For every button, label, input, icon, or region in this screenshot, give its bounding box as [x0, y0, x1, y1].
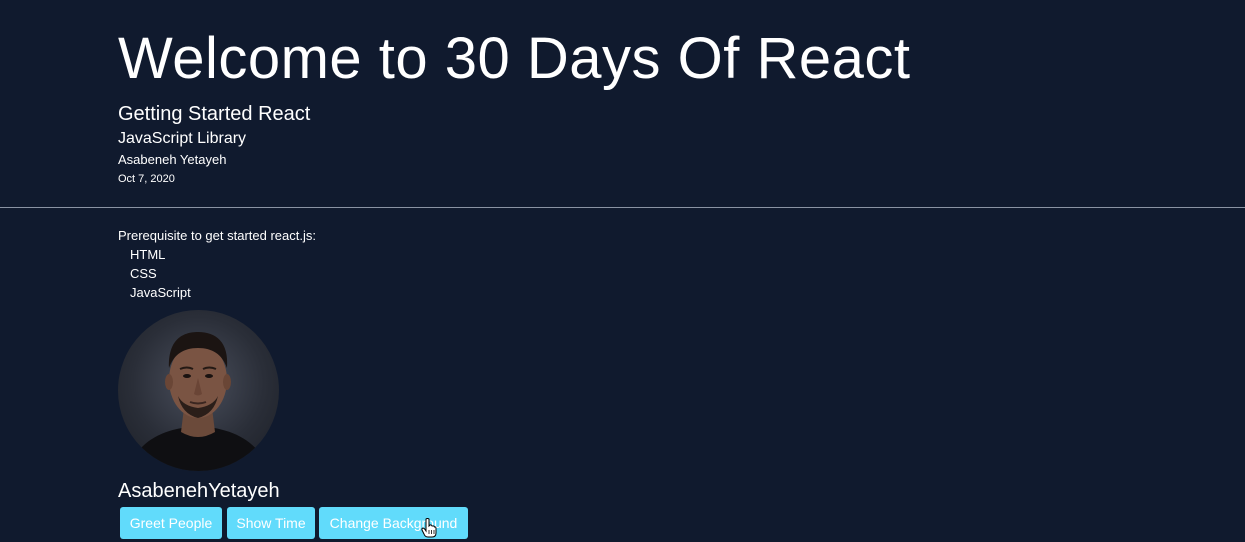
greet-people-button[interactable]: Greet People	[120, 507, 222, 539]
tech-item-css: CSS	[130, 266, 157, 281]
tech-item-html: HTML	[130, 247, 166, 262]
publish-date: Oct 7, 2020	[118, 173, 175, 185]
library-label: JavaScript Library	[118, 130, 247, 147]
tech-list: HTML CSS JavaScript	[130, 246, 191, 303]
profile-name: AsabenehYetayeh	[118, 480, 280, 502]
avatar-portrait	[128, 332, 269, 471]
author-name: Asabeneh Yetayeh	[118, 152, 227, 167]
avatar	[118, 310, 279, 471]
page-header: Welcome to 30 Days Of React Getting Star…	[0, 0, 1245, 208]
change-background-button[interactable]: Change Background	[319, 507, 468, 539]
tech-item-javascript: JavaScript	[130, 285, 191, 300]
prerequisite-label: Prerequisite to get started react.js:	[118, 228, 316, 243]
hand-pointer-icon	[421, 518, 437, 538]
page-subtitle: Getting Started React	[118, 103, 311, 125]
page-title: Welcome to 30 Days Of React	[118, 26, 911, 91]
show-time-button[interactable]: Show Time	[227, 507, 315, 539]
